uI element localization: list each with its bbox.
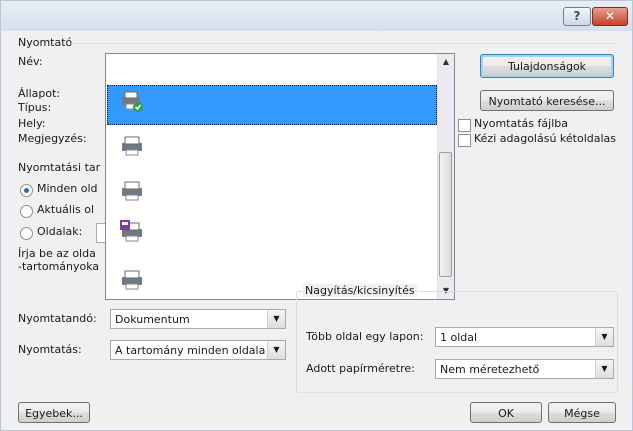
printer-icon [122, 270, 142, 290]
type-label: Típus: [18, 101, 52, 114]
printer-icon [122, 181, 142, 201]
help-icon: ? [573, 9, 581, 23]
range-all-label: Minden old [37, 182, 98, 195]
status-label: Állapot: [18, 87, 61, 100]
print-what-label: Nyomtatandó: [18, 312, 97, 325]
options-button[interactable]: Egyebek... [18, 402, 90, 423]
printer-dropdown-list[interactable]: ▲ ▼ [105, 53, 455, 300]
chevron-down-icon[interactable]: ▼ [595, 360, 613, 378]
print-what-combobox[interactable]: Dokumentum ▼ [110, 309, 286, 329]
print-label: Nyomtatás: [18, 343, 82, 356]
range-pages-radio[interactable] [20, 227, 33, 240]
chevron-down-icon[interactable]: ▼ [267, 310, 285, 328]
printer-group-border [71, 43, 616, 44]
close-icon: ✕ [604, 9, 616, 23]
range-hint-line1: Írja be az olda [18, 247, 96, 260]
print-range-combobox[interactable]: A tartomány minden oldala ▼ [110, 340, 286, 360]
printer-group-title: Nyomtató [18, 36, 73, 49]
range-group-title: Nyomtatási tar [18, 161, 101, 174]
manual-duplex-label: Kézi adagolású kétoldalas [474, 132, 617, 145]
pages-per-sheet-combobox[interactable]: 1 oldal ▼ [435, 327, 614, 347]
help-button[interactable]: ? [563, 7, 591, 26]
selected-printer-row[interactable] [107, 85, 437, 125]
range-current-radio[interactable] [20, 205, 33, 218]
range-hint-line2: -tartományoka [18, 260, 100, 273]
list-scrollbar[interactable]: ▲ ▼ [437, 54, 454, 299]
chevron-down-icon[interactable]: ▼ [595, 328, 613, 346]
printer-fax-icon [120, 220, 142, 242]
print-to-file-label: Nyomtatás fájlba [474, 117, 568, 130]
comment-label: Megjegyzés: [18, 132, 87, 145]
zoom-group-title: Nagyítás/kicsinyítés [303, 284, 417, 297]
print-dialog: ? ✕ Nyomtató Név: Állapot: Típus: Hely: … [0, 0, 633, 431]
pages-per-sheet-label: Több oldal egy lapon: [306, 330, 424, 343]
printer-icon [122, 136, 142, 156]
range-current-label: Aktuális ol [37, 203, 95, 216]
where-label: Hely: [18, 117, 46, 130]
properties-button[interactable]: Tulajdonságok [480, 54, 614, 78]
find-printer-button[interactable]: Nyomtató keresése... [480, 90, 614, 111]
scale-to-paper-label: Adott papírméretre: [306, 362, 415, 375]
range-all-radio[interactable] [20, 184, 33, 197]
print-to-file-checkbox[interactable] [458, 119, 471, 132]
chevron-down-icon[interactable]: ▼ [267, 341, 285, 359]
scrollbar-thumb[interactable] [439, 152, 452, 277]
close-button[interactable]: ✕ [592, 7, 628, 26]
ok-button[interactable]: OK [470, 402, 542, 423]
title-bar: ? ✕ [1, 1, 632, 31]
printer-network-ok-icon [122, 91, 143, 112]
manual-duplex-checkbox[interactable] [458, 134, 471, 147]
scroll-up-icon[interactable]: ▲ [438, 54, 454, 70]
range-pages-label: Oldalak: [37, 225, 83, 238]
scale-to-paper-combobox[interactable]: Nem méretezhető ▼ [435, 359, 614, 379]
name-label: Név: [18, 55, 43, 68]
cancel-button[interactable]: Mégse [548, 402, 616, 423]
